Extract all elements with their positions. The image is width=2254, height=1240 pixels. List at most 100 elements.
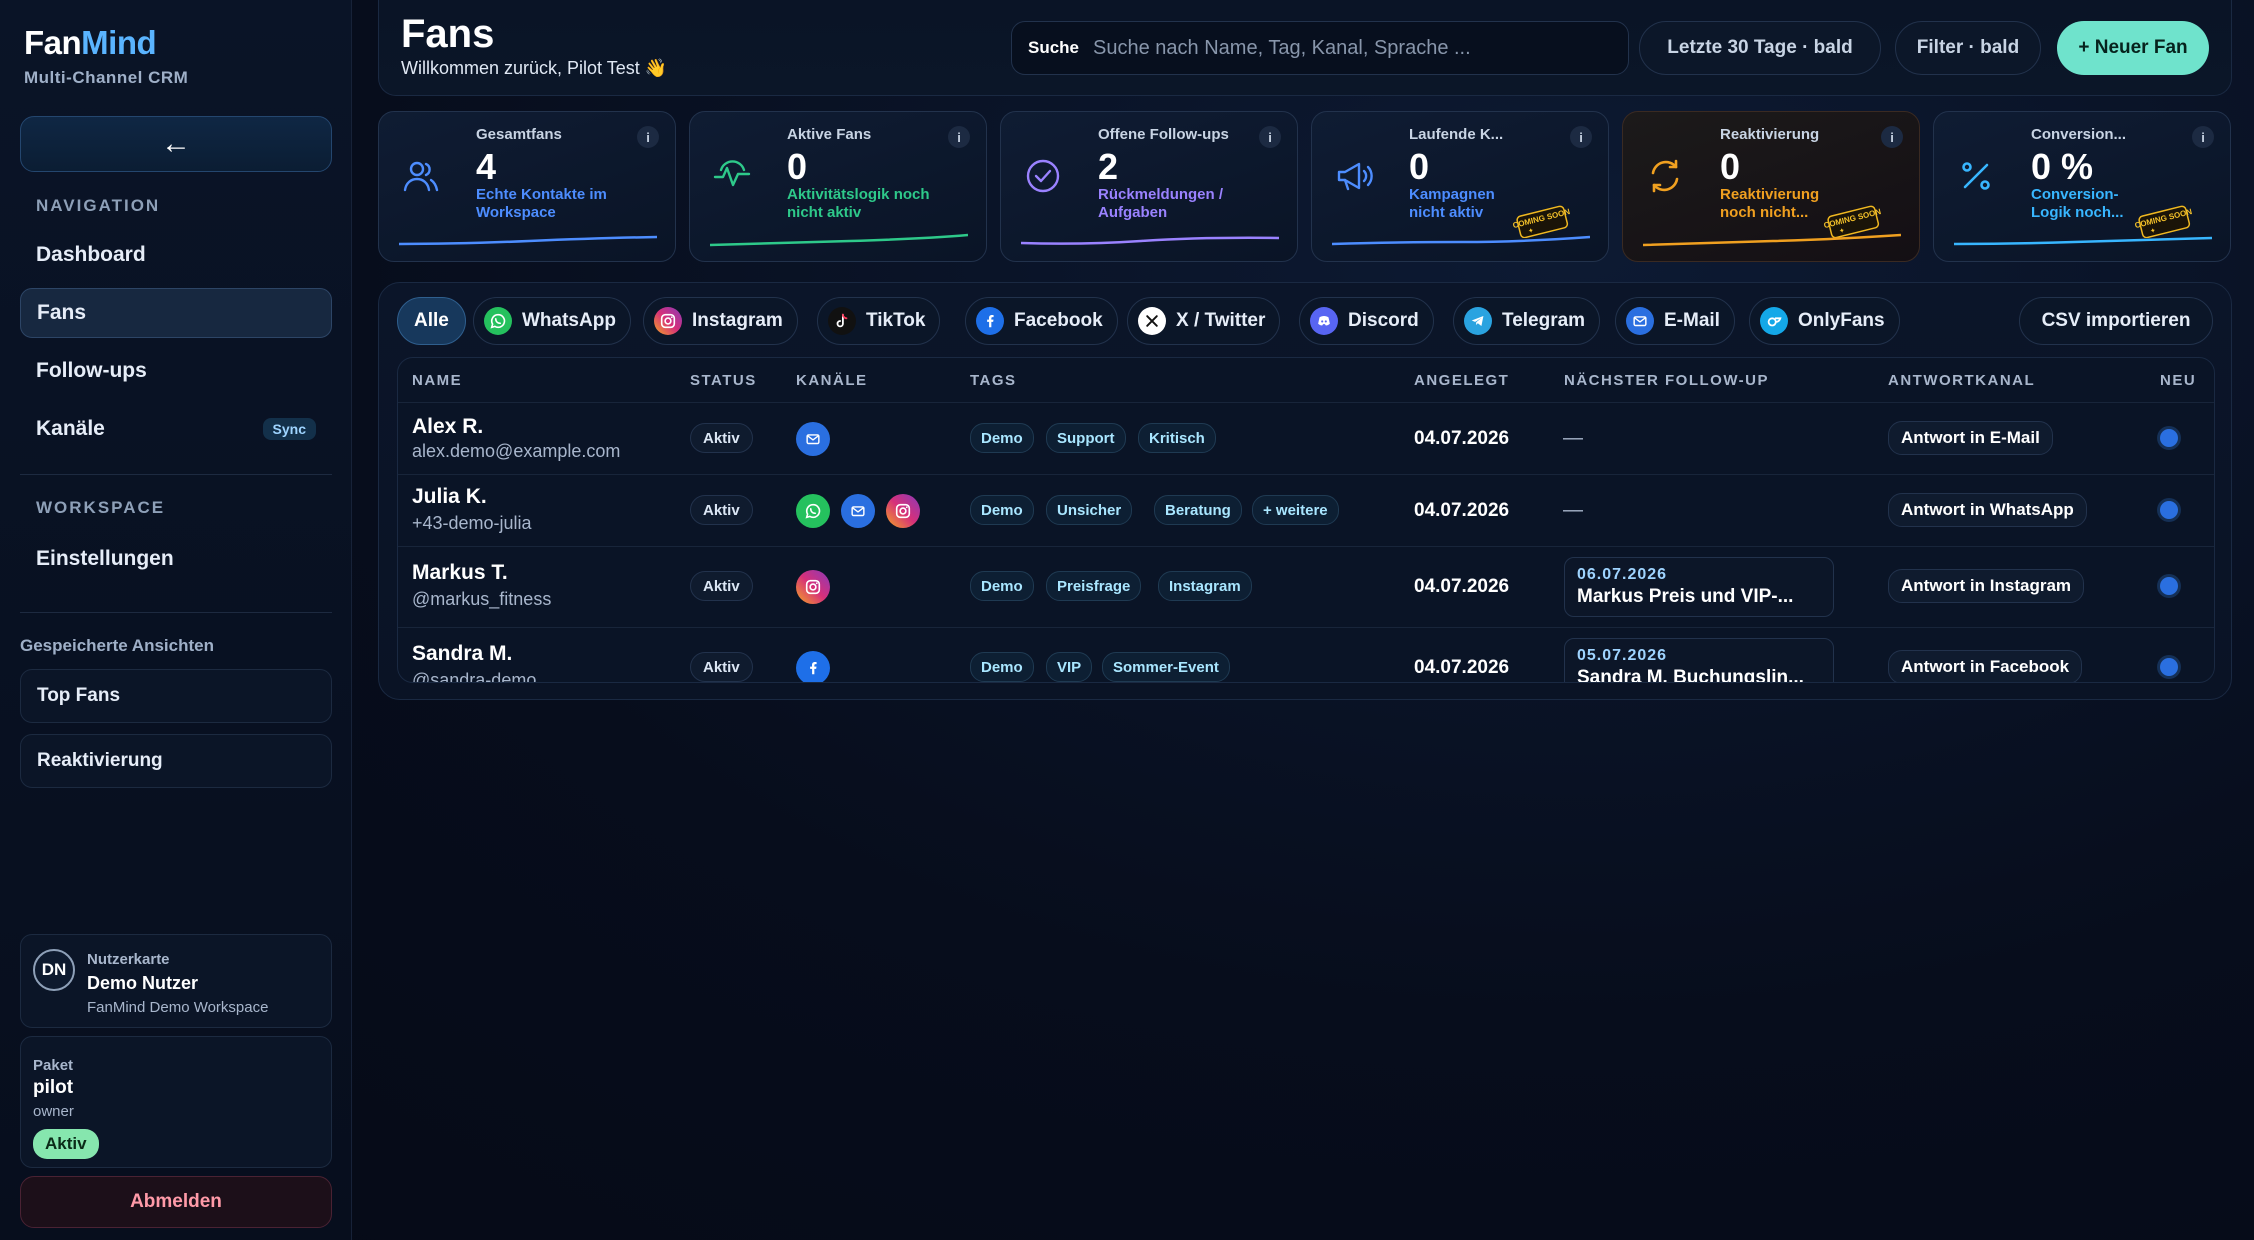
kpi-subtext: Aktivitätslogik noch nicht aktiv [787,186,930,221]
column-header-naechster-follow-up[interactable]: NÄCHSTER FOLLOW-UP [1564,372,1769,389]
filter-chip-whatsapp[interactable]: WhatsApp [473,297,631,345]
filter-chip-instagram[interactable]: Instagram [643,297,798,345]
filter-button[interactable]: Filter · bald [1895,21,2041,75]
logout-button[interactable]: Abmelden [20,1176,332,1228]
kpi-label: Gesamtfans [476,126,562,143]
status-badge: Aktiv [690,495,753,525]
info-icon[interactable]: i [1570,126,1592,148]
chip-label: Discord [1348,310,1419,331]
created-date: 04.07.2026 [1414,657,1510,678]
info-icon[interactable]: i [637,126,659,148]
email-icon [796,422,830,456]
table-row[interactable]: Markus T. @markus_fitness Aktiv Demo Pre… [398,546,2214,627]
tag-badge: Demo [970,571,1034,601]
status-badge: Aktiv [690,652,753,682]
table-row[interactable]: Julia K. +43-demo-julia Aktiv Demo Unsic… [398,474,2214,546]
filter-chip-alle[interactable]: Alle [397,297,466,345]
followup-empty: — [1563,427,1583,449]
status-badge: Aktiv [690,423,753,453]
saved-view-top-fans[interactable]: Top Fans [20,669,332,723]
reply-channel-button[interactable]: Antwort in WhatsApp [1888,493,2087,527]
column-header-name[interactable]: NAME [412,372,462,389]
collapse-sidebar-button[interactable]: ← [20,116,332,172]
info-icon[interactable]: i [1881,126,1903,148]
kpi-sparkline [399,235,657,246]
kpi-sparkline [1332,235,1590,246]
saved-view-reaktivierung[interactable]: Reaktivierung [20,734,332,788]
filter-chip-email[interactable]: E-Mail [1615,297,1735,345]
facebook-icon [796,651,830,682]
new-fan-button[interactable]: + Neuer Fan [2057,21,2209,75]
fans-panel: Alle WhatsApp Instagram TikTok Facebook … [378,282,2232,700]
kpi-subtext: Reaktivierung noch nicht... [1720,186,1820,221]
kpi-label: Laufende K... [1409,126,1504,143]
user-card[interactable]: DN Nutzerkarte Demo Nutzer FanMind Demo … [20,934,332,1028]
fan-name[interactable]: Sandra M. [412,642,512,666]
followup-card[interactable]: 05.07.2026 Sandra M. Buchungslin... [1564,638,1834,683]
fan-contact: alex.demo@example.com [412,441,621,461]
column-header-status[interactable]: STATUS [690,372,757,389]
tag-badge: Demo [970,652,1034,682]
status-badge: Aktiv [690,571,753,601]
kpi-label: Reaktivierung [1720,126,1820,143]
followup-card[interactable]: 06.07.2026 Markus Preis und VIP-... [1564,557,1834,617]
reply-channel-button[interactable]: Antwort in E-Mail [1888,421,2053,455]
kpi-value: 0 [787,146,808,187]
filter-chip-onlyfans[interactable]: OnlyFans [1749,297,1900,345]
search-input[interactable] [1093,36,1612,60]
filter-chip-discord[interactable]: Discord [1299,297,1434,345]
tag-badge: Kritisch [1138,423,1216,453]
column-header-angelegt[interactable]: ANGELEGT [1414,372,1509,389]
check-circle-icon [1026,159,1060,193]
package-name: pilot [33,1077,74,1098]
sidebar-item-label: Kanäle [36,417,105,440]
filter-chip-x-twitter[interactable]: X / Twitter [1127,297,1281,345]
table-row[interactable]: Alex R. alex.demo@example.com Aktiv Demo… [398,402,2214,474]
filter-chip-tiktok[interactable]: TikTok [817,297,941,345]
followup-title: Sandra M. Buchungslin... [1577,667,1804,683]
info-icon[interactable]: i [948,126,970,148]
column-header-antwortkanal[interactable]: ANTWORTKANAL [1888,372,2035,389]
fan-name[interactable]: Markus T. [412,561,508,585]
percent-icon [1962,162,1990,190]
sidebar-item-label: Fans [37,301,87,324]
info-icon[interactable]: i [2192,126,2214,148]
reply-channel-button[interactable]: Antwort in Facebook [1888,650,2083,682]
kpi-value: 0 % [2031,146,2094,187]
created-date: 04.07.2026 [1414,428,1510,449]
instagram-icon [886,494,920,528]
fan-name[interactable]: Alex R. [412,415,483,439]
csv-import-button[interactable]: CSV importieren [2019,297,2213,345]
telegram-icon [1464,307,1492,335]
info-icon[interactable]: i [1259,126,1281,148]
sync-badge: Sync [262,418,316,440]
period-filter-button[interactable]: Letzte 30 Tage · bald [1639,21,1881,75]
reply-channel-button[interactable]: Antwort in Instagram [1888,569,2085,603]
chip-label: WhatsApp [522,310,616,331]
filter-chip-telegram[interactable]: Telegram [1453,297,1601,345]
kpi-sparkline [1021,236,1279,245]
search-box[interactable]: Suche [1011,21,1629,75]
sidebar-item-dashboard[interactable]: Dashboard [20,230,332,280]
fan-name[interactable]: Julia K. [412,485,487,509]
column-header-kanaele[interactable]: KANÄLE [796,372,868,389]
chip-label: OnlyFans [1798,310,1885,331]
filter-chip-facebook[interactable]: Facebook [965,297,1118,345]
sidebar-divider [20,474,332,475]
tag-badge: Preisfrage [1046,571,1142,601]
sidebar-item-einstellungen[interactable]: Einstellungen [20,534,332,584]
column-header-neu[interactable]: NEU [2160,372,2196,389]
kpi-value: 0 [1409,146,1430,187]
followup-date: 06.07.2026 [1577,566,1668,583]
brand-logo[interactable]: FanMind [24,24,157,62]
sidebar-item-fans[interactable]: Fans [20,288,332,338]
sidebar-divider [20,612,332,613]
column-header-tags[interactable]: TAGS [970,372,1017,389]
chip-label: TikTok [866,310,926,331]
kpi-label: Offene Follow-ups [1098,126,1229,143]
more-tags-badge[interactable]: + weitere [1252,495,1339,525]
kpi-sparkline [1954,236,2212,246]
table-row[interactable]: Sandra M. @sandra-demo Aktiv Demo VIP So… [398,627,2214,683]
sidebar-item-follow-ups[interactable]: Follow-ups [20,346,332,396]
sidebar-item-kanaele[interactable]: Kanäle Sync [20,404,332,454]
